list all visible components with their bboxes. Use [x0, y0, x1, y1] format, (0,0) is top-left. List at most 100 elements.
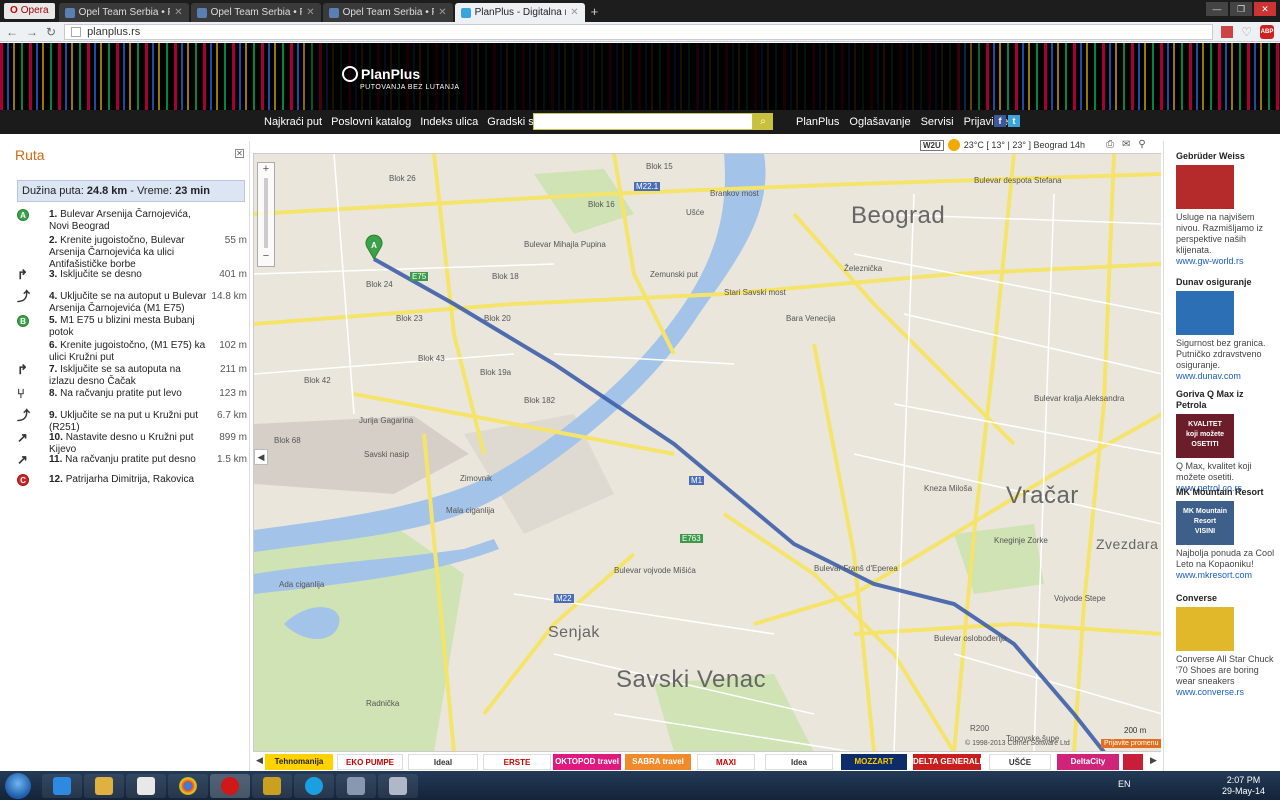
collapse-panel-button[interactable]: ◀	[254, 449, 268, 465]
email-icon[interactable]: ✉	[1122, 139, 1130, 150]
map-label: Blok 43	[418, 354, 445, 363]
start-marker[interactable]: A	[365, 234, 383, 260]
back-icon[interactable]: ←	[6, 25, 18, 39]
taskbar-ie[interactable]	[42, 774, 82, 798]
ad-erste[interactable]: ERSTE	[483, 754, 551, 770]
heart-icon[interactable]: ♡	[1241, 25, 1252, 39]
opera-menu-button[interactable]: O Opera	[4, 3, 55, 19]
ad-url[interactable]: www.dunav.com	[1176, 371, 1276, 382]
zoom-out-button[interactable]: −	[258, 250, 274, 263]
nav-oglasavanje[interactable]: Oglašavanje	[849, 116, 910, 128]
ad-usce[interactable]: UŠĆE	[989, 754, 1051, 770]
ad-eko-pumpe[interactable]: EKO PUMPE	[337, 754, 403, 770]
tab-opel-team-1[interactable]: Opel Team Serbia • Pogled...✕	[58, 3, 189, 22]
close-tab-icon[interactable]: ✕	[174, 3, 182, 22]
ad-title: Converse	[1176, 593, 1218, 603]
taskbar-skype[interactable]	[294, 774, 334, 798]
step-number: 12.	[49, 474, 63, 485]
link-icon[interactable]: ⚲	[1138, 139, 1145, 150]
system-clock[interactable]: 2:07 PM 29-May-14	[1222, 775, 1265, 797]
ad-tehnomanija[interactable]: Tehnomanija	[265, 754, 333, 770]
sidebar-ad[interactable]: Gebrüder Weiss Usluge na najvišem nivou. …	[1176, 151, 1276, 267]
map-label: Zemunski put	[650, 270, 699, 279]
ad-url[interactable]: www.mkresort.com	[1176, 570, 1276, 581]
forward-icon[interactable]: →	[26, 25, 38, 39]
turn-right-icon: ↱	[17, 267, 28, 282]
sidebar-ad[interactable]: Goriva Q Max iz Petrola KVALITET koji može…	[1176, 389, 1276, 494]
ad-image[interactable]	[1176, 607, 1234, 651]
ad-mozzart[interactable]: MOZZART	[841, 754, 907, 770]
ad-image[interactable]	[1176, 165, 1234, 209]
map-canvas[interactable]: A Blok 26 Blok 15 Blok 16 Blok 24 Blok 2…	[253, 153, 1161, 751]
taskbar-chrome[interactable]	[168, 774, 208, 798]
ad-oktopod[interactable]: OKTOPOD travel	[553, 754, 621, 770]
scroll-right-icon[interactable]: ▶	[1150, 755, 1157, 766]
ad-delta-generali[interactable]: DELTA GENERALI	[913, 754, 981, 770]
ad-deltacity[interactable]: DeltaCity	[1057, 754, 1119, 770]
nav-planplus[interactable]: PlanPlus	[796, 116, 839, 128]
map-label: Jurija Gagarina	[359, 416, 414, 425]
ads-strip: ◀ Tehnomanija EKO PUMPE Ideal ERSTE OKTO…	[253, 751, 1161, 771]
new-tab-button[interactable]: +	[591, 4, 599, 19]
ad-title: Gebrüder Weiss	[1176, 151, 1245, 161]
page-icon	[71, 26, 82, 37]
ad-maxi[interactable]: MAXI	[697, 754, 755, 770]
adblock-icon[interactable]: ABP	[1260, 24, 1274, 39]
zoom-in-button[interactable]: +	[258, 163, 274, 176]
site-banner	[0, 43, 1280, 110]
report-change-button[interactable]: Prijavite promenu	[1101, 739, 1162, 748]
ad-image[interactable]: MK Mountain Resort VISINI	[1176, 501, 1234, 545]
search-button[interactable]: ⌕	[753, 113, 773, 130]
step-text: Nastavite desno u Kružni put Kijevo	[49, 432, 194, 455]
windows-taskbar: EN 2:07 PM 29-May-14	[0, 771, 1280, 800]
nav-najkraci-put[interactable]: Najkraći put	[264, 116, 322, 128]
search-input[interactable]	[533, 113, 753, 130]
ad-sabra[interactable]: SABRA travel	[625, 754, 691, 770]
sidebar-ad[interactable]: Dunav osiguranje Sigurnost bez granica. P…	[1176, 277, 1276, 382]
close-tab-icon[interactable]: ✕	[438, 3, 446, 22]
extension-icon[interactable]	[1221, 25, 1234, 38]
taskbar-media[interactable]	[126, 774, 166, 798]
taskbar-calculator[interactable]	[336, 774, 376, 798]
close-route-button[interactable]: ✕	[235, 149, 244, 158]
ad-idea[interactable]: Idea	[765, 754, 833, 770]
taskbar-opera[interactable]	[210, 774, 250, 798]
tab-planplus[interactable]: PlanPlus - Digitalna mapa...✕	[454, 3, 585, 22]
zoom-slider[interactable]	[264, 178, 268, 248]
ad-url[interactable]: www.gw-world.rs	[1176, 256, 1276, 267]
step-text: Na račvanju pratite put desno	[65, 454, 196, 465]
start-button[interactable]	[5, 773, 31, 799]
maximize-button[interactable]: ❐	[1230, 2, 1252, 16]
close-window-button[interactable]: ✕	[1254, 2, 1276, 16]
scroll-left-icon[interactable]: ◀	[256, 755, 263, 766]
taskbar-explorer[interactable]	[84, 774, 124, 798]
print-icon[interactable]: ⎙	[1106, 139, 1114, 150]
language-indicator[interactable]: EN	[1118, 779, 1131, 789]
ad-ideal[interactable]: Ideal	[408, 754, 478, 770]
sidebar-ad[interactable]: MK Mountain Resort MK Mountain Resort VISI…	[1176, 487, 1276, 581]
tab-opel-team-3[interactable]: Opel Team Serbia • Pošalji...✕	[322, 3, 453, 22]
minimize-button[interactable]: —	[1206, 2, 1228, 16]
close-tab-icon[interactable]: ✕	[306, 3, 314, 22]
taskbar-app1[interactable]	[252, 774, 292, 798]
step-distance: 211 m	[219, 364, 247, 375]
ad-partial[interactable]	[1123, 754, 1143, 770]
facebook-icon[interactable]: f	[994, 115, 1006, 127]
ad-image[interactable]: KVALITET koji možete OSETITI	[1176, 414, 1234, 458]
planplus-logo[interactable]: PlanPlus PUTOVANJA BEZ LUTANJA	[342, 66, 460, 91]
reload-icon[interactable]: ↻	[46, 25, 56, 39]
ad-image[interactable]	[1176, 291, 1234, 335]
taskbar-app2[interactable]	[378, 774, 418, 798]
close-tab-icon[interactable]: ✕	[570, 3, 578, 22]
nav-indeks-ulica[interactable]: Indeks ulica	[420, 116, 478, 128]
sidebar-ad[interactable]: Converse Converse All Star Chuck '70 Shoe…	[1176, 593, 1276, 698]
nav-poslovni-katalog[interactable]: Poslovni katalog	[331, 116, 411, 128]
ad-url[interactable]: www.converse.rs	[1176, 687, 1276, 698]
url-field[interactable]: planplus.rs	[64, 23, 1214, 40]
nav-servisi[interactable]: Servisi	[921, 116, 954, 128]
map-label: Bulevar oslobođenja	[934, 634, 1007, 643]
step-distance: 6.7 km	[216, 410, 247, 421]
twitter-icon[interactable]: t	[1008, 115, 1020, 127]
weather-widget: W2U 23°C [ 13° | 23° ] Beograd 14h	[920, 139, 1085, 151]
tab-opel-team-2[interactable]: Opel Team Serbia • Pogled...✕	[190, 3, 321, 22]
